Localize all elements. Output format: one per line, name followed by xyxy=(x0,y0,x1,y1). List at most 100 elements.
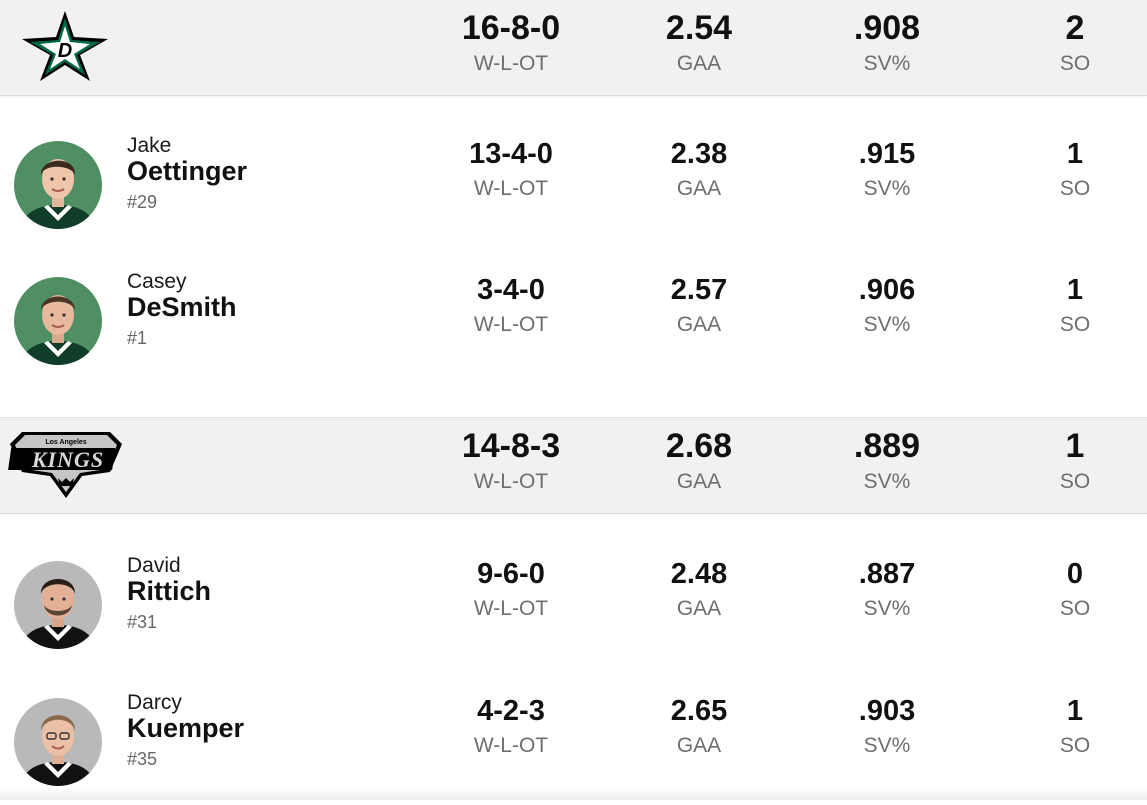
player-record: 3-4-0 W-L-OT xyxy=(411,272,611,340)
player-number: #29 xyxy=(127,192,158,212)
player-gaa-value: 2.57 xyxy=(670,274,728,306)
player-so-value: 0 xyxy=(1066,558,1084,590)
svg-text:D: D xyxy=(58,40,72,62)
player-gaa: 2.48 GAA xyxy=(599,556,799,624)
team-record-value: 14-8-3 xyxy=(461,427,561,465)
team-sv-value: .908 xyxy=(853,9,921,47)
player-so: 1 SO xyxy=(975,693,1147,761)
avatar-image xyxy=(14,141,102,229)
player-record-value: 4-2-3 xyxy=(477,695,545,727)
team-sv-label: SV% xyxy=(863,470,911,493)
player-so-label: SO xyxy=(1059,177,1091,200)
los-angeles-kings-logo: Los Angeles KINGS xyxy=(8,432,122,498)
team-so-value: 1 xyxy=(1065,427,1085,465)
player-so: 0 SO xyxy=(975,556,1147,624)
team-so: 1 SO xyxy=(975,426,1147,497)
player-so-label: SO xyxy=(1059,734,1091,757)
player-record-label: W-L-OT xyxy=(473,597,549,620)
team-header-dallas[interactable]: D 16-8-0 W-L-OT 2.54 GAA .908 SV% 2 SO xyxy=(0,0,1147,96)
player-sv: .906 SV% xyxy=(787,272,987,340)
player-record-value: 13-4-0 xyxy=(469,138,553,170)
dallas-stars-logo: D xyxy=(22,11,108,81)
player-so-value: 1 xyxy=(1066,695,1084,727)
team-gaa-label: GAA xyxy=(676,470,722,493)
player-last-name: Oettinger xyxy=(127,156,248,186)
player-number: #1 xyxy=(127,328,148,348)
team-header-kings[interactable]: Los Angeles KINGS 14-8-3 W-L-OT 2.68 GAA… xyxy=(0,417,1147,514)
team-sv-label: SV% xyxy=(863,52,911,75)
team-sv: .908 SV% xyxy=(787,8,987,79)
player-sv-value: .903 xyxy=(858,695,916,727)
player-gaa-value: 2.65 xyxy=(670,695,728,727)
player-headshot[interactable] xyxy=(14,561,102,649)
player-first-name: Jake xyxy=(127,134,172,157)
team-gaa: 2.54 GAA xyxy=(599,8,799,79)
player-sv-value: .915 xyxy=(858,138,916,170)
team-record: 14-8-3 W-L-OT xyxy=(411,426,611,497)
bottom-fade xyxy=(0,788,1147,800)
team-so: 2 SO xyxy=(975,8,1147,79)
player-first-name: Casey xyxy=(127,270,187,293)
player-sv-value: .906 xyxy=(858,274,916,306)
player-record: 4-2-3 W-L-OT xyxy=(411,693,611,761)
player-record-value: 9-6-0 xyxy=(477,558,545,590)
player-headshot[interactable] xyxy=(14,277,102,365)
player-record-label: W-L-OT xyxy=(473,313,549,336)
goalie-row-desmith[interactable]: Casey DeSmith #1 3-4-0 W-L-OT 2.57 GAA .… xyxy=(0,264,1147,384)
player-record-label: W-L-OT xyxy=(473,177,549,200)
player-so: 1 SO xyxy=(975,272,1147,340)
kings-logo-wordmark: KINGS xyxy=(31,447,104,472)
team-record: 16-8-0 W-L-OT xyxy=(411,8,611,79)
player-sv-label: SV% xyxy=(863,597,911,620)
team-sv-value: .889 xyxy=(853,427,921,465)
player-last-name: DeSmith xyxy=(127,292,237,322)
player-so: 1 SO xyxy=(975,136,1147,204)
avatar-image xyxy=(14,561,102,649)
team-record-label: W-L-OT xyxy=(473,52,549,75)
team-gaa-value: 2.68 xyxy=(665,427,733,465)
player-sv: .887 SV% xyxy=(787,556,987,624)
player-so-value: 1 xyxy=(1066,138,1084,170)
player-number: #35 xyxy=(127,749,158,769)
player-record: 9-6-0 W-L-OT xyxy=(411,556,611,624)
player-record-label: W-L-OT xyxy=(473,734,549,757)
team-record-value: 16-8-0 xyxy=(461,9,561,47)
team-so-label: SO xyxy=(1059,52,1091,75)
player-first-name: David xyxy=(127,554,181,577)
player-gaa: 2.65 GAA xyxy=(599,693,799,761)
team-sv: .889 SV% xyxy=(787,426,987,497)
player-so-label: SO xyxy=(1059,313,1091,336)
player-gaa-value: 2.38 xyxy=(670,138,728,170)
player-so-label: SO xyxy=(1059,597,1091,620)
player-first-name: Darcy xyxy=(127,691,182,714)
player-gaa-label: GAA xyxy=(676,597,722,620)
goalie-row-kuemper[interactable]: Darcy Kuemper #35 4-2-3 W-L-OT 2.65 GAA … xyxy=(0,685,1147,805)
player-gaa: 2.38 GAA xyxy=(599,136,799,204)
goalie-row-rittich[interactable]: David Rittich #31 9-6-0 W-L-OT 2.48 GAA … xyxy=(0,548,1147,668)
team-gaa-value: 2.54 xyxy=(665,9,733,47)
team-so-value: 2 xyxy=(1065,9,1085,47)
player-headshot[interactable] xyxy=(14,698,102,786)
player-last-name: Rittich xyxy=(127,576,211,606)
player-gaa-label: GAA xyxy=(676,313,722,336)
player-gaa-value: 2.48 xyxy=(670,558,728,590)
player-sv: .903 SV% xyxy=(787,693,987,761)
player-sv-label: SV% xyxy=(863,313,911,336)
player-sv-label: SV% xyxy=(863,734,911,757)
player-last-name: Kuemper xyxy=(127,713,245,743)
avatar-image xyxy=(14,277,102,365)
goalie-row-oettinger[interactable]: Jake Oettinger #29 13-4-0 W-L-OT 2.38 GA… xyxy=(0,128,1147,248)
team-gaa: 2.68 GAA xyxy=(599,426,799,497)
player-gaa-label: GAA xyxy=(676,177,722,200)
player-headshot[interactable] xyxy=(14,141,102,229)
avatar-image xyxy=(14,698,102,786)
player-sv-value: .887 xyxy=(858,558,916,590)
team-so-label: SO xyxy=(1059,470,1091,493)
player-record-value: 3-4-0 xyxy=(477,274,545,306)
player-so-value: 1 xyxy=(1066,274,1084,306)
kings-logo-subtitle: Los Angeles xyxy=(45,439,86,446)
player-number: #31 xyxy=(127,612,158,632)
player-record: 13-4-0 W-L-OT xyxy=(411,136,611,204)
player-sv-label: SV% xyxy=(863,177,911,200)
player-sv: .915 SV% xyxy=(787,136,987,204)
